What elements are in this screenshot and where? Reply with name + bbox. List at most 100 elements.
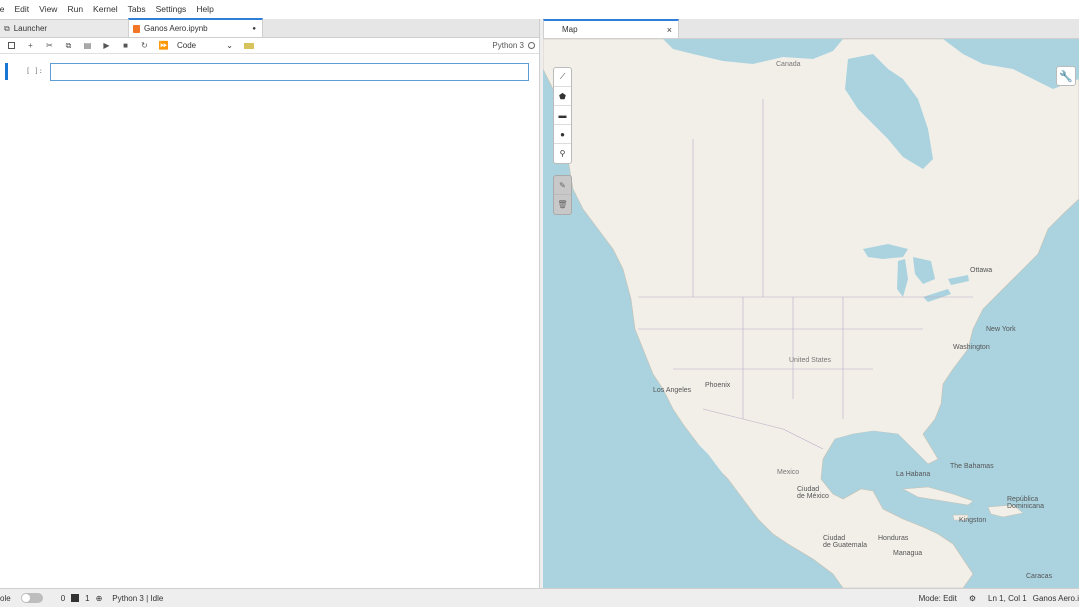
map-canvas[interactable]: Canada Ottawa New York Washington United… xyxy=(543,39,1079,588)
tab-notebook-label: Ganos Aero.ipynb xyxy=(144,24,208,33)
draw-rectangle-button[interactable]: ▬ xyxy=(554,106,571,125)
kernel-name[interactable]: Python 3 xyxy=(492,41,535,50)
kernel-count[interactable]: 1 xyxy=(85,594,89,603)
menu-file[interactable]: ile xyxy=(0,0,10,19)
statusbar-right: Mode: Edit ⚙ Ln 1, Col 1 Ganos Aero.i xyxy=(919,594,1079,603)
marker-icon: ⚲ xyxy=(559,149,566,158)
map-label-caracas: Caracas xyxy=(1026,573,1053,580)
draw-toolbar: ⟋ ⬟ ▬ ● ⚲ xyxy=(553,67,572,164)
menu-tabs[interactable]: Tabs xyxy=(123,0,151,19)
save-button[interactable] xyxy=(2,39,21,53)
polyline-icon: ⟋ xyxy=(559,72,566,81)
circle-icon: ● xyxy=(560,129,565,139)
draw-circle-button[interactable]: ● xyxy=(554,125,571,144)
notebook-icon xyxy=(133,24,140,33)
map-label-ottawa: Ottawa xyxy=(970,267,993,274)
stop-button[interactable]: ■ xyxy=(116,39,135,53)
map-label-canada: Canada xyxy=(776,61,801,68)
restart-button[interactable]: ↻ xyxy=(135,39,154,53)
terminal-count[interactable]: 0 xyxy=(61,594,65,603)
cuba xyxy=(902,486,974,506)
tab-launcher[interactable]: ⧉ Launcher xyxy=(0,19,129,37)
plus-icon: + xyxy=(28,41,33,50)
menu-run[interactable]: Run xyxy=(62,0,88,19)
map-label-managua: Managua xyxy=(893,550,923,557)
fast-forward-icon: ⏩ xyxy=(158,41,169,50)
tab-notebook[interactable]: Ganos Aero.ipynb ● xyxy=(128,18,263,37)
kernel-name-label: Python 3 xyxy=(492,41,524,50)
notebook-panel: ⧉ Launcher Ganos Aero.ipynb ● + ✂ ⧉ ▤ ▶ … xyxy=(0,18,540,588)
menu-kernel[interactable]: Kernel xyxy=(88,0,123,19)
basemap xyxy=(543,39,1079,588)
draw-polygon-button[interactable]: ⬟ xyxy=(554,87,571,106)
map-label-united-states: United States xyxy=(789,357,832,364)
launcher-icon: ⧉ xyxy=(4,23,10,33)
current-file: Ganos Aero.i xyxy=(1032,593,1079,603)
cut-button[interactable]: ✂ xyxy=(40,39,59,53)
copy-button[interactable]: ⧉ xyxy=(59,39,78,53)
delete-layers-button[interactable]: 🗑 xyxy=(554,195,571,214)
edit-icon: ✎ xyxy=(559,180,566,190)
rectangle-icon: ▬ xyxy=(558,110,567,120)
terminal-icon xyxy=(71,594,80,602)
map-label-los-angeles: Los Angeles xyxy=(653,387,692,394)
map-label-ciudad-mexico: Ciudad de México xyxy=(797,486,829,500)
paste-icon: ▤ xyxy=(83,41,92,50)
menu-help[interactable]: Help xyxy=(191,0,218,19)
paste-button[interactable]: ▤ xyxy=(78,39,97,53)
map-label-mexico: Mexico xyxy=(777,469,800,476)
map-label-la-habana: La Habana xyxy=(896,471,931,478)
wrench-icon: 🔧 xyxy=(1059,70,1073,83)
notebook-toolbar: + ✂ ⧉ ▤ ▶ ■ ↻ ⏩ Code ⌄ Python 3 xyxy=(0,38,539,54)
menu-settings[interactable]: Settings xyxy=(151,0,192,19)
scissors-icon: ✂ xyxy=(46,41,53,50)
insert-cell-button[interactable]: + xyxy=(21,39,40,53)
code-cell: [ ]: xyxy=(0,63,540,81)
play-icon: ▶ xyxy=(103,41,110,50)
map-settings-button[interactable]: 🔧 xyxy=(1056,66,1076,86)
restart-run-all-button[interactable]: ⏩ xyxy=(154,39,173,53)
draw-polyline-button[interactable]: ⟋ xyxy=(554,68,571,87)
statusbar: ole 0 1 ⊕ Python 3 | Idle Mode: Edit ⚙ L… xyxy=(0,588,1079,607)
simple-mode-toggle[interactable] xyxy=(20,593,43,603)
polygon-icon: ⬟ xyxy=(559,91,566,101)
map-label-honduras: Honduras xyxy=(878,535,909,542)
tab-launcher-label: Launcher xyxy=(13,24,48,33)
run-button[interactable]: ▶ xyxy=(97,39,116,53)
menu-view[interactable]: View xyxy=(34,0,62,19)
save-icon xyxy=(8,42,15,49)
right-tabbar: Map × xyxy=(543,19,1079,39)
cell-type-value: Code xyxy=(177,41,197,50)
map-label-new-york: New York xyxy=(986,326,1016,333)
cursor-position[interactable]: Ln 1, Col 1 xyxy=(988,594,1027,603)
kernel-status-icon xyxy=(528,42,535,49)
tab-map-label: Map xyxy=(562,25,578,34)
map-label-republica: República Dominicana xyxy=(1007,496,1044,510)
map-label-washington: Washington xyxy=(953,344,990,351)
north-america-land xyxy=(543,39,1079,588)
globe-icon: ⊕ xyxy=(95,593,103,603)
edit-layers-button[interactable]: ✎ xyxy=(554,176,571,195)
trash-icon: 🗑 xyxy=(557,200,568,209)
map-label-phoenix: Phoenix xyxy=(705,382,731,389)
simple-mode-label: ole xyxy=(0,593,11,603)
menubar: ile Edit View Run Kernel Tabs Settings H… xyxy=(0,0,1079,19)
draw-marker-button[interactable]: ⚲ xyxy=(554,144,571,163)
tab-map[interactable]: Map × xyxy=(543,19,679,38)
editor-mode: Mode: Edit xyxy=(918,593,957,603)
map-label-ciudad-guatemala: Ciudad de Guatemala xyxy=(823,535,867,549)
unsaved-dot-icon[interactable]: ● xyxy=(252,26,256,32)
kernel-status[interactable]: Python 3 | Idle xyxy=(112,594,163,603)
menu-edit[interactable]: Edit xyxy=(10,0,35,19)
commenting-button[interactable] xyxy=(239,39,258,53)
left-tabbar: ⧉ Launcher Ganos Aero.ipynb ● xyxy=(0,18,539,38)
close-icon[interactable]: × xyxy=(667,25,672,35)
bug-icon[interactable]: ⚙ xyxy=(969,594,976,603)
edit-toolbar: ✎ 🗑 xyxy=(553,175,572,215)
cell-editor[interactable] xyxy=(50,63,529,81)
copy-icon: ⧉ xyxy=(65,40,72,50)
restart-icon: ↻ xyxy=(141,41,148,50)
cell-collapser[interactable] xyxy=(5,63,8,80)
map-panel: Map × Canada Ottawa New York Washington … xyxy=(543,19,1079,588)
cell-type-select[interactable]: Code ⌄ xyxy=(177,41,233,50)
